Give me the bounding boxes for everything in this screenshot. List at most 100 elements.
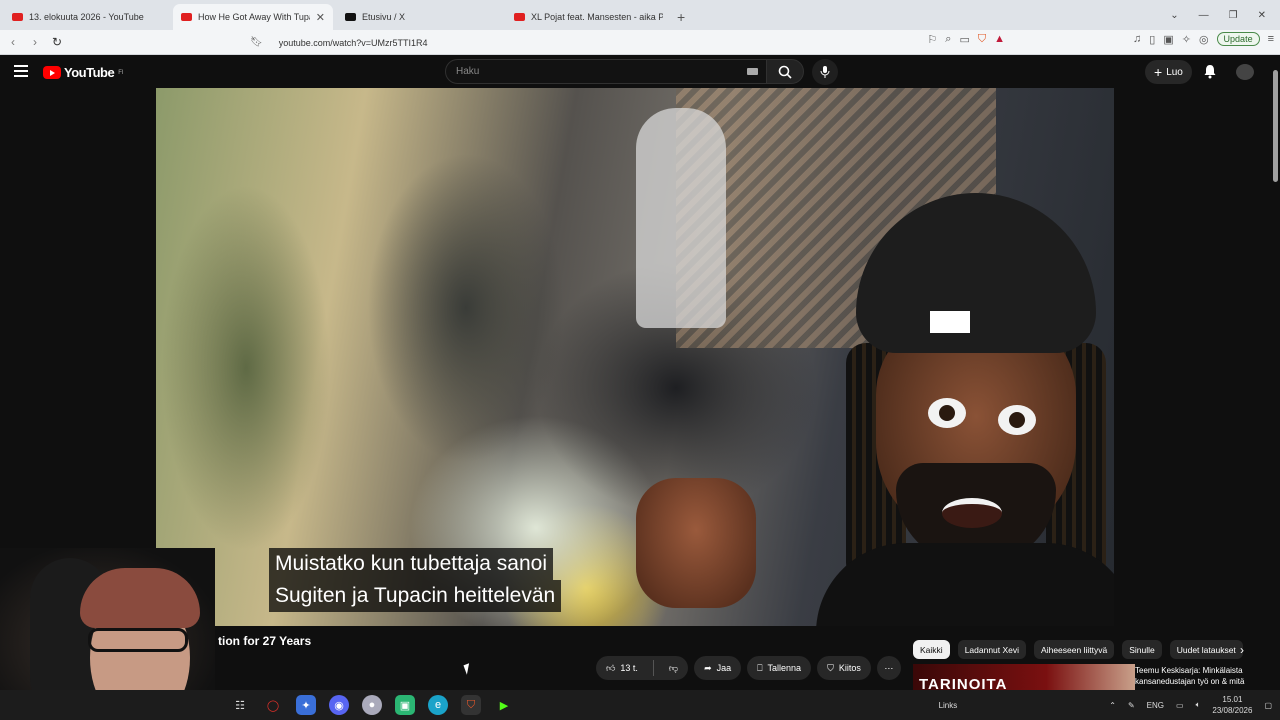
- rewards-icon[interactable]: ▲: [994, 33, 1005, 45]
- share-label: Jaa: [716, 663, 732, 673]
- video-player[interactable]: [156, 88, 1114, 626]
- more-actions-button[interactable]: ⋯: [876, 656, 901, 680]
- thumbs-down-icon: 👎︎: [668, 662, 679, 673]
- network-icon[interactable]: ▭: [1176, 701, 1184, 710]
- links-toolbar[interactable]: Links: [939, 701, 958, 710]
- task-view-icon[interactable]: ☷: [230, 695, 250, 715]
- share-icon: ➦: [704, 662, 712, 673]
- divider: [652, 660, 654, 676]
- scrollbar-thumb[interactable]: [1273, 70, 1278, 182]
- thumbs-up-icon: 👍︎: [606, 662, 616, 673]
- browser-toolbar: ‹ › ↻ 🔖︎ youtube.com/watch?v=UMzr5TTI1R4…: [0, 30, 1280, 55]
- save-label: Tallenna: [767, 663, 802, 673]
- video-subtitles: Muistatko kun tubettaja sanoi Sugiten ja…: [269, 548, 562, 612]
- tab-title: How He Got Away With Tupa: [198, 12, 310, 22]
- search-icon: [778, 65, 792, 79]
- forward-icon[interactable]: ›: [24, 31, 46, 53]
- app-icon[interactable]: ✦: [296, 695, 316, 715]
- reload-icon[interactable]: ↻: [46, 31, 68, 53]
- app-icon[interactable]: ▣: [395, 695, 415, 715]
- webcam-cap: [80, 568, 200, 628]
- like-button[interactable]: 👍︎ 13 t.: [596, 656, 648, 680]
- extensions-icon[interactable]: ✧: [1182, 33, 1191, 46]
- translate-icon[interactable]: ⚐: [927, 33, 937, 46]
- voice-search-button[interactable]: [812, 59, 838, 85]
- window-controls: ⌄ — ❐ ✕: [1170, 0, 1280, 30]
- opera-icon[interactable]: ◯: [263, 695, 283, 715]
- chip-recent[interactable]: Uudet lataukset: [1169, 640, 1243, 659]
- close-window-icon[interactable]: ✕: [1258, 10, 1266, 21]
- tab-title: XL Pojat feat. Mansesten - aika Pekko: [531, 12, 663, 22]
- brave-shield-icon[interactable]: ⛉: [978, 33, 986, 46]
- browser-tab[interactable]: XL Pojat feat. Mansesten - aika Pekko: [506, 4, 671, 30]
- chip-for-you[interactable]: Sinulle: [1122, 640, 1162, 659]
- chip-all[interactable]: Kaikki: [913, 640, 950, 659]
- browser-tab[interactable]: 13. elokuuta 2026 - YouTube: [4, 4, 169, 30]
- bookmark-icon[interactable]: 🔖︎: [250, 37, 263, 48]
- sidebar-icon[interactable]: ▯: [1149, 33, 1155, 46]
- mic-icon: [820, 66, 830, 78]
- chevron-up-icon[interactable]: ⌃: [1109, 701, 1116, 710]
- more-icon: ⋯: [884, 662, 894, 673]
- youtube-logo[interactable]: YouTube FI: [43, 65, 124, 80]
- thanks-label: Kiitos: [838, 663, 861, 673]
- new-tab-icon[interactable]: +: [677, 4, 685, 30]
- taskbar: ☷ ◯ ✦ ◉ ● ▣ e ⛉ ▶ Links ⌃ ✎ ENG ▭ 🔈︎ 15.…: [0, 690, 1280, 720]
- pen-icon[interactable]: ✎: [1128, 701, 1135, 710]
- youtube-header: YouTube FI Haku + Luo: [0, 56, 1270, 88]
- clock-date: 23/08/2026: [1212, 706, 1253, 715]
- menu-icon[interactable]: [14, 65, 28, 80]
- notifications-button[interactable]: [1203, 64, 1217, 84]
- thumbnail-text: TARINOITA: [919, 676, 1008, 690]
- volume-icon[interactable]: 🔈︎: [1196, 700, 1201, 710]
- recommended-title[interactable]: Teemu Keskisarja: Minkälaista kansanedus…: [1135, 665, 1260, 687]
- media-icon[interactable]: ♫: [1133, 33, 1141, 45]
- url-text[interactable]: youtube.com/watch?v=UMzr5TTI1R4: [279, 38, 428, 48]
- create-button[interactable]: + Luo: [1145, 60, 1192, 84]
- chip-related[interactable]: Aiheeseen liittyvä: [1034, 640, 1115, 659]
- vpn-icon[interactable]: ◎: [1199, 33, 1209, 46]
- save-button[interactable]: ⎕ Tallenna: [747, 656, 812, 680]
- x-icon: [345, 13, 356, 21]
- edge-icon[interactable]: e: [428, 695, 448, 715]
- chevron-right-icon[interactable]: ›: [1240, 643, 1244, 657]
- wallet-icon[interactable]: ▣: [1163, 33, 1173, 46]
- zoom-icon[interactable]: ⌕: [945, 33, 951, 46]
- tab-title: Etusivu / X: [362, 12, 406, 22]
- clock[interactable]: 15.01 23/08/2026: [1212, 694, 1252, 716]
- thanks-button[interactable]: ⛉ Kiitos: [817, 656, 871, 680]
- update-button[interactable]: Update: [1216, 32, 1260, 46]
- avatar[interactable]: [1236, 64, 1254, 80]
- cast-icon[interactable]: ▭: [959, 33, 969, 46]
- app-icon[interactable]: ●: [362, 695, 382, 715]
- notifications-icon[interactable]: ▢: [1264, 701, 1272, 710]
- clock-time: 15.01: [1222, 695, 1243, 704]
- chip-uploaded-by[interactable]: Ladannut Xevi: [957, 640, 1027, 659]
- search-button[interactable]: [766, 59, 804, 84]
- back-icon[interactable]: ‹: [2, 31, 24, 53]
- discord-icon[interactable]: ◉: [329, 695, 349, 715]
- close-tab-icon[interactable]: ✕: [316, 11, 325, 24]
- page-scrollbar[interactable]: [1270, 56, 1280, 690]
- recommended-thumbnail[interactable]: TARINOITA: [913, 664, 1135, 690]
- plus-icon: +: [1154, 64, 1163, 80]
- system-tray: Links ⌃ ✎ ENG ▭ 🔈︎ 15.01 23/08/2026 ▢: [939, 694, 1272, 716]
- share-button[interactable]: ➦ Jaa: [694, 656, 742, 680]
- mouse-cursor: [463, 663, 473, 675]
- minimize-icon[interactable]: —: [1199, 10, 1209, 21]
- dislike-button[interactable]: 👎︎: [659, 656, 688, 680]
- youtube-icon: [514, 13, 525, 21]
- menu-icon[interactable]: ≡: [1268, 33, 1274, 45]
- restore-icon[interactable]: ❐: [1229, 10, 1238, 21]
- tab-list-icon[interactable]: ⌄: [1170, 10, 1178, 21]
- keyboard-icon[interactable]: [747, 68, 758, 75]
- address-bar[interactable]: 🔖︎ youtube.com/watch?v=UMzr5TTI1R4: [250, 32, 1000, 53]
- video-title: tion for 27 Years: [218, 634, 312, 648]
- kick-icon[interactable]: ▶: [494, 695, 514, 715]
- browser-tab-active[interactable]: How He Got Away With Tupa ✕: [173, 4, 333, 30]
- search-input[interactable]: Haku: [445, 59, 767, 84]
- brave-icon[interactable]: ⛉: [461, 695, 481, 715]
- browser-tab[interactable]: Etusivu / X: [337, 4, 502, 30]
- language-indicator[interactable]: ENG: [1147, 701, 1164, 710]
- youtube-icon: [181, 13, 192, 21]
